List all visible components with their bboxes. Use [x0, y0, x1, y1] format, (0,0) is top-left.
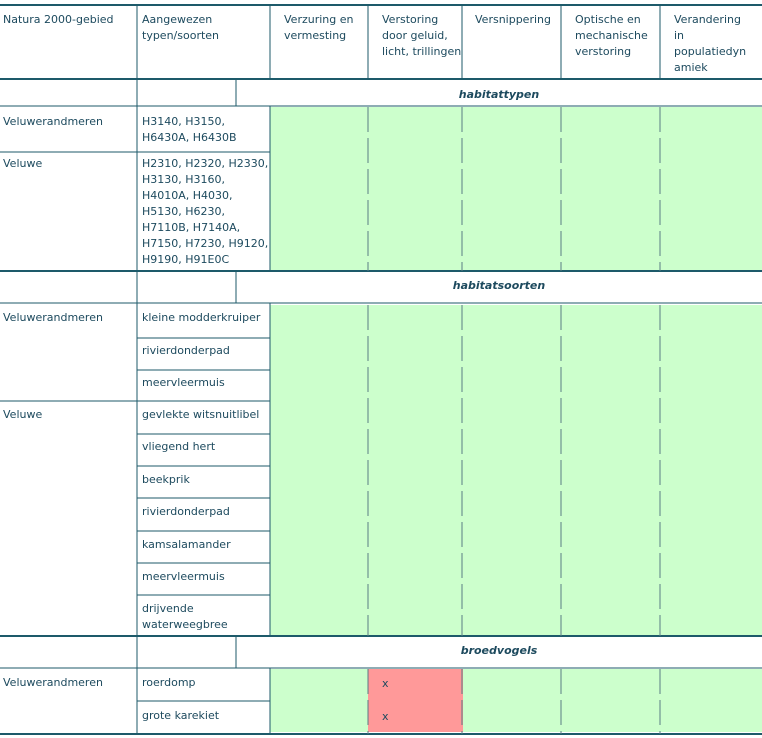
typen-cell: H2310, H2320, H2330, H3130, H3160, H4010…	[142, 157, 269, 266]
soort-cell: gevlekte witsnuitlibel	[142, 408, 260, 421]
soort-cell: roerdomp	[142, 676, 196, 689]
gebied-cell: Veluwerandmeren	[3, 676, 103, 689]
soort-cell: kleine modderkruiper	[142, 311, 261, 324]
soort-cell: vliegend hert	[142, 440, 216, 453]
fill-habitatsoorten	[270, 305, 762, 637]
soort-cell: grote karekiet	[142, 709, 220, 722]
section-habitatsoorten: habitatsoorten	[452, 279, 546, 292]
fill-habitattypen	[270, 107, 762, 272]
soort-cell: meervleermuis	[142, 376, 225, 389]
typen-cell: H3140, H3150, H6430A, H6430B	[142, 115, 237, 144]
header-optische: Optische en mechanische verstoring	[575, 13, 648, 58]
header-verzuring: Verzuring en vermesting	[284, 13, 354, 42]
header-typen: Aangewezen typen/soorten	[142, 13, 220, 42]
soort-cell: meervleermuis	[142, 570, 225, 583]
header-gebied: Natura 2000-gebied	[3, 13, 114, 26]
soort-cell: kamsalamander	[142, 538, 231, 551]
fill-broedvogels	[270, 669, 762, 732]
soort-cell: rivierdonderpad	[142, 344, 230, 357]
section-broedvogels: broedvogels	[460, 644, 538, 657]
header-verandering: Verandering in populatiedyn amiek	[674, 13, 747, 74]
gebied-cell: Veluwerandmeren	[3, 115, 103, 128]
gebied-cell: Veluwe	[3, 157, 43, 170]
impact-mark: x	[382, 677, 389, 690]
impact-mark: x	[382, 710, 389, 723]
table-grid	[0, 4, 762, 735]
header-versnippering: Versnippering	[475, 13, 551, 26]
header-verstoring: Verstoring door geluid, licht, trillinge…	[382, 13, 462, 58]
gebied-cell: Veluwe	[3, 408, 43, 421]
soort-cell: beekprik	[142, 473, 190, 486]
soort-cell: rivierdonderpad	[142, 505, 230, 518]
green-fills	[270, 107, 762, 732]
gebied-cell: Veluwerandmeren	[3, 311, 103, 324]
section-habitattypen: habitattypen	[458, 88, 540, 101]
effects-table: Natura 2000-gebied Aangewezen typen/soor…	[0, 0, 762, 738]
soort-cell: drijvende waterweegbree	[142, 602, 228, 631]
